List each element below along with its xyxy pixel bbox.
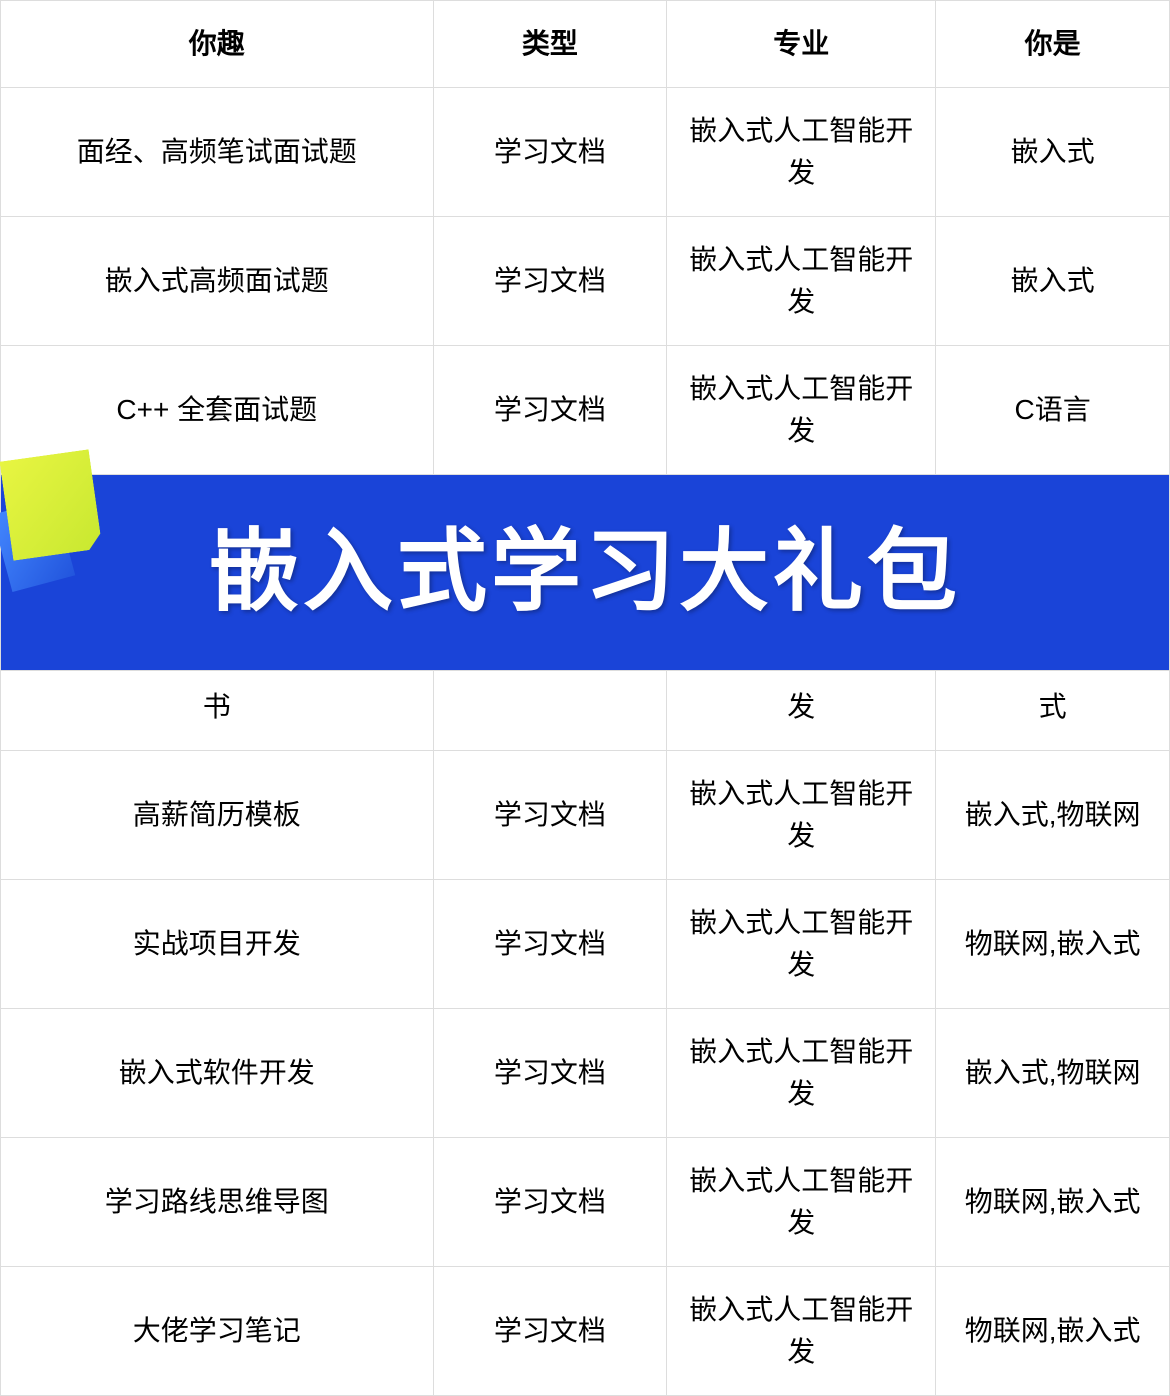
cell-row2-col1: 嵌入式高频面试题 (1, 217, 434, 346)
cell-row6-col3: 嵌入式人工智能开发 (667, 1009, 936, 1138)
cell-row8-col2: 学习文档 (433, 1267, 667, 1396)
resource-table: 你趣 类型 专业 你是 面经、高频笔试面试题 学习文档 嵌入式人工智能开发 嵌入… (0, 0, 1170, 1396)
cell-row1-col3: 嵌入式人工智能开发 (667, 88, 936, 217)
cell-partial-col4: 式 (936, 671, 1170, 751)
banner-wrapper: 嵌入式学习大礼包 (1, 475, 1169, 670)
cell-row4-col4: 嵌入式,物联网 (936, 751, 1170, 880)
cell-row4-col3: 嵌入式人工智能开发 (667, 751, 936, 880)
cell-row8-col1: 大佬学习笔记 (1, 1267, 434, 1396)
cell-row7-col4: 物联网,嵌入式 (936, 1138, 1170, 1267)
cell-row5-col2: 学习文档 (433, 880, 667, 1009)
cell-row7-col3: 嵌入式人工智能开发 (667, 1138, 936, 1267)
cell-row6-col2: 学习文档 (433, 1009, 667, 1138)
cell-row5-col4: 物联网,嵌入式 (936, 880, 1170, 1009)
cell-row7-col1: 学习路线思维导图 (1, 1138, 434, 1267)
cell-row2-col2: 学习文档 (433, 217, 667, 346)
cell-row8-col3: 嵌入式人工智能开发 (667, 1267, 936, 1396)
banner-row: 嵌入式学习大礼包 (1, 475, 1170, 671)
header-col2: 类型 (433, 1, 667, 88)
table-row: 实战项目开发 学习文档 嵌入式人工智能开发 物联网,嵌入式 (1, 880, 1170, 1009)
cell-row1-col1: 面经、高频笔试面试题 (1, 88, 434, 217)
table-row: 学习路线思维导图 学习文档 嵌入式人工智能开发 物联网,嵌入式 (1, 1138, 1170, 1267)
cell-row5-col1: 实战项目开发 (1, 880, 434, 1009)
cell-row1-col4: 嵌入式 (936, 88, 1170, 217)
table-row: 大佬学习笔记 学习文档 嵌入式人工智能开发 物联网,嵌入式 (1, 1267, 1170, 1396)
cell-row4-col1: 高薪简历模板 (1, 751, 434, 880)
header-col1: 你趣 (1, 1, 434, 88)
cell-row8-col4: 物联网,嵌入式 (936, 1267, 1170, 1396)
table-row: 嵌入式软件开发 学习文档 嵌入式人工智能开发 嵌入式,物联网 (1, 1009, 1170, 1138)
table-row: C++ 全套面试题 学习文档 嵌入式人工智能开发 C语言 (1, 346, 1170, 475)
cell-row3-col4: C语言 (936, 346, 1170, 475)
sticky-note-yellow (0, 449, 103, 561)
partial-row: 书 发 式 (1, 671, 1170, 751)
cell-partial-col1: 书 (1, 671, 434, 751)
cell-row2-col3: 嵌入式人工智能开发 (667, 217, 936, 346)
table-row: 高薪简历模板 学习文档 嵌入式人工智能开发 嵌入式,物联网 (1, 751, 1170, 880)
cell-row6-col1: 嵌入式软件开发 (1, 1009, 434, 1138)
cell-row2-col4: 嵌入式 (936, 217, 1170, 346)
cell-partial-col3: 发 (667, 671, 936, 751)
table-row: 嵌入式高频面试题 学习文档 嵌入式人工智能开发 嵌入式 (1, 217, 1170, 346)
cell-row3-col2: 学习文档 (433, 346, 667, 475)
banner-overlay: 嵌入式学习大礼包 (1, 475, 1169, 670)
cell-row4-col2: 学习文档 (433, 751, 667, 880)
banner-text: 嵌入式学习大礼包 (209, 505, 961, 640)
table-header-row: 你趣 类型 专业 你是 (1, 1, 1170, 88)
cell-row6-col4: 嵌入式,物联网 (936, 1009, 1170, 1138)
main-container: 你趣 类型 专业 你是 面经、高频笔试面试题 学习文档 嵌入式人工智能开发 嵌入… (0, 0, 1170, 1396)
header-col3: 专业 (667, 1, 936, 88)
table-row: 面经、高频笔试面试题 学习文档 嵌入式人工智能开发 嵌入式 (1, 88, 1170, 217)
cell-row1-col2: 学习文档 (433, 88, 667, 217)
cell-row5-col3: 嵌入式人工智能开发 (667, 880, 936, 1009)
cell-row3-col3: 嵌入式人工智能开发 (667, 346, 936, 475)
header-col4: 你是 (936, 1, 1170, 88)
cell-row7-col2: 学习文档 (433, 1138, 667, 1267)
cell-partial-col2 (433, 671, 667, 751)
